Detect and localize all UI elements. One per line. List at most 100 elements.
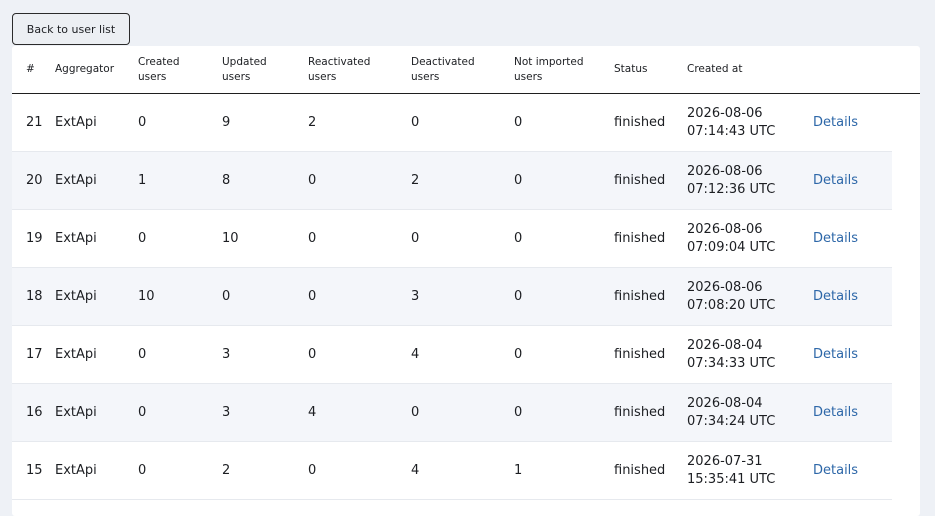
cell-status: finished bbox=[614, 325, 687, 384]
cell-status: finished bbox=[614, 383, 687, 442]
cell-aggregator: ExtApi bbox=[55, 209, 138, 268]
table-row: 15 ExtApi 0 2 0 4 1 finished 2026-07-31 15:35:41 … bbox=[12, 441, 892, 500]
cell-reactivated-users: 0 bbox=[308, 441, 411, 500]
created-at-date: 2026-07-31 bbox=[687, 453, 763, 469]
cell-created-at: 2026-08-04 07:34:24 UTC bbox=[687, 383, 813, 442]
cell-aggregator: ExtApi bbox=[55, 325, 138, 384]
column-header-reactivated-users: Reactivated users bbox=[308, 46, 411, 94]
cell-updated-users: 3 bbox=[222, 383, 308, 442]
cell-reactivated-users: 0 bbox=[308, 325, 411, 384]
created-at-date: 2026-08-06 bbox=[687, 221, 763, 237]
cell-id: 18 bbox=[12, 267, 55, 326]
cell-created-at: 2026-08-06 07:09:04 UTC bbox=[687, 209, 813, 268]
created-at-date: 2026-08-04 bbox=[687, 395, 763, 411]
cell-updated-users: 3 bbox=[222, 325, 308, 384]
details-link[interactable]: Details bbox=[813, 173, 858, 188]
created-at-time: 07:14:43 UTC bbox=[687, 123, 776, 139]
cell-created-users: 1 bbox=[138, 151, 222, 210]
cell-aggregator: ExtApi bbox=[55, 93, 138, 152]
details-link[interactable]: Details bbox=[813, 289, 858, 304]
table-row: 20 ExtApi 1 8 0 2 0 finished 2026-08-06 07:12:36 … bbox=[12, 151, 892, 210]
created-at-time: 07:12:36 UTC bbox=[687, 181, 776, 197]
cell-id: 21 bbox=[12, 93, 55, 152]
column-header-created-at: Created at bbox=[687, 46, 813, 94]
details-link[interactable]: Details bbox=[813, 231, 858, 246]
import-history-table: # Aggregator Created users Updated users R… bbox=[12, 46, 892, 500]
cell-deactivated-users: 0 bbox=[411, 93, 514, 152]
table-header-row: # Aggregator Created users Updated users R… bbox=[12, 46, 892, 94]
column-header-status: Status bbox=[614, 46, 687, 94]
column-header-actions bbox=[813, 46, 892, 94]
cell-updated-users: 8 bbox=[222, 151, 308, 210]
cell-deactivated-users: 4 bbox=[411, 441, 514, 500]
cell-created-at: 2026-08-04 07:34:33 UTC bbox=[687, 325, 813, 384]
cell-status: finished bbox=[614, 151, 687, 210]
created-at-time: 07:34:24 UTC bbox=[687, 413, 776, 429]
cell-created-users: 0 bbox=[138, 93, 222, 152]
cell-status: finished bbox=[614, 209, 687, 268]
cell-actions: Details bbox=[813, 267, 892, 326]
cell-id: 19 bbox=[12, 209, 55, 268]
cell-actions: Details bbox=[813, 383, 892, 442]
cell-actions: Details bbox=[813, 151, 892, 210]
created-at-time: 15:35:41 UTC bbox=[687, 471, 776, 487]
import-history-card: # Aggregator Created users Updated users R… bbox=[12, 46, 920, 516]
cell-not-imported-users: 1 bbox=[514, 441, 614, 500]
cell-not-imported-users: 0 bbox=[514, 151, 614, 210]
cell-created-at: 2026-08-06 07:08:20 UTC bbox=[687, 267, 813, 326]
cell-updated-users: 9 bbox=[222, 93, 308, 152]
created-at-time: 07:09:04 UTC bbox=[687, 239, 776, 255]
cell-updated-users: 10 bbox=[222, 209, 308, 268]
cell-id: 16 bbox=[12, 383, 55, 442]
cell-created-at: 2026-07-31 15:35:41 UTC bbox=[687, 441, 813, 500]
details-link[interactable]: Details bbox=[813, 463, 858, 478]
cell-actions: Details bbox=[813, 441, 892, 500]
cell-not-imported-users: 0 bbox=[514, 267, 614, 326]
column-header-not-imported-users: Not imported users bbox=[514, 46, 614, 94]
cell-deactivated-users: 3 bbox=[411, 267, 514, 326]
created-at-date: 2026-08-06 bbox=[687, 163, 763, 179]
cell-status: finished bbox=[614, 441, 687, 500]
column-header-updated-users: Updated users bbox=[222, 46, 308, 94]
cell-reactivated-users: 0 bbox=[308, 267, 411, 326]
cell-aggregator: ExtApi bbox=[55, 267, 138, 326]
details-link[interactable]: Details bbox=[813, 405, 858, 420]
cell-reactivated-users: 4 bbox=[308, 383, 411, 442]
table-row: 16 ExtApi 0 3 4 0 0 finished 2026-08-04 07:34:24 … bbox=[12, 383, 892, 442]
table-row: 18 ExtApi 10 0 0 3 0 finished 2026-08-06 07:08:20… bbox=[12, 267, 892, 326]
cell-updated-users: 0 bbox=[222, 267, 308, 326]
cell-reactivated-users: 0 bbox=[308, 151, 411, 210]
cell-not-imported-users: 0 bbox=[514, 93, 614, 152]
cell-id: 17 bbox=[12, 325, 55, 384]
created-at-date: 2026-08-06 bbox=[687, 105, 763, 121]
details-link[interactable]: Details bbox=[813, 347, 858, 362]
cell-reactivated-users: 0 bbox=[308, 209, 411, 268]
created-at-time: 07:34:33 UTC bbox=[687, 355, 776, 371]
cell-created-at: 2026-08-06 07:12:36 UTC bbox=[687, 151, 813, 210]
cell-created-users: 0 bbox=[138, 441, 222, 500]
table-row: 17 ExtApi 0 3 0 4 0 finished 2026-08-04 07:34:33 … bbox=[12, 325, 892, 384]
cell-deactivated-users: 0 bbox=[411, 383, 514, 442]
created-at-date: 2026-08-06 bbox=[687, 279, 763, 295]
details-link[interactable]: Details bbox=[813, 115, 858, 130]
cell-not-imported-users: 0 bbox=[514, 383, 614, 442]
column-header-id: # bbox=[12, 46, 55, 94]
cell-created-users: 0 bbox=[138, 325, 222, 384]
cell-reactivated-users: 2 bbox=[308, 93, 411, 152]
cell-updated-users: 2 bbox=[222, 441, 308, 500]
column-header-created-users: Created users bbox=[138, 46, 222, 94]
table-row: 19 ExtApi 0 10 0 0 0 finished 2026-08-06 07:09:04… bbox=[12, 209, 892, 268]
cell-actions: Details bbox=[813, 209, 892, 268]
cell-status: finished bbox=[614, 267, 687, 326]
cell-created-users: 0 bbox=[138, 383, 222, 442]
cell-id: 20 bbox=[12, 151, 55, 210]
cell-aggregator: ExtApi bbox=[55, 383, 138, 442]
cell-actions: Details bbox=[813, 325, 892, 384]
cell-deactivated-users: 2 bbox=[411, 151, 514, 210]
created-at-time: 07:08:20 UTC bbox=[687, 297, 776, 313]
cell-created-users: 10 bbox=[138, 267, 222, 326]
cell-actions: Details bbox=[813, 93, 892, 152]
back-to-user-list-button[interactable]: Back to user list bbox=[12, 13, 130, 45]
column-header-aggregator: Aggregator bbox=[55, 46, 138, 94]
table-row: 21 ExtApi 0 9 2 0 0 finished 2026-08-06 07:14:43 … bbox=[12, 93, 892, 152]
